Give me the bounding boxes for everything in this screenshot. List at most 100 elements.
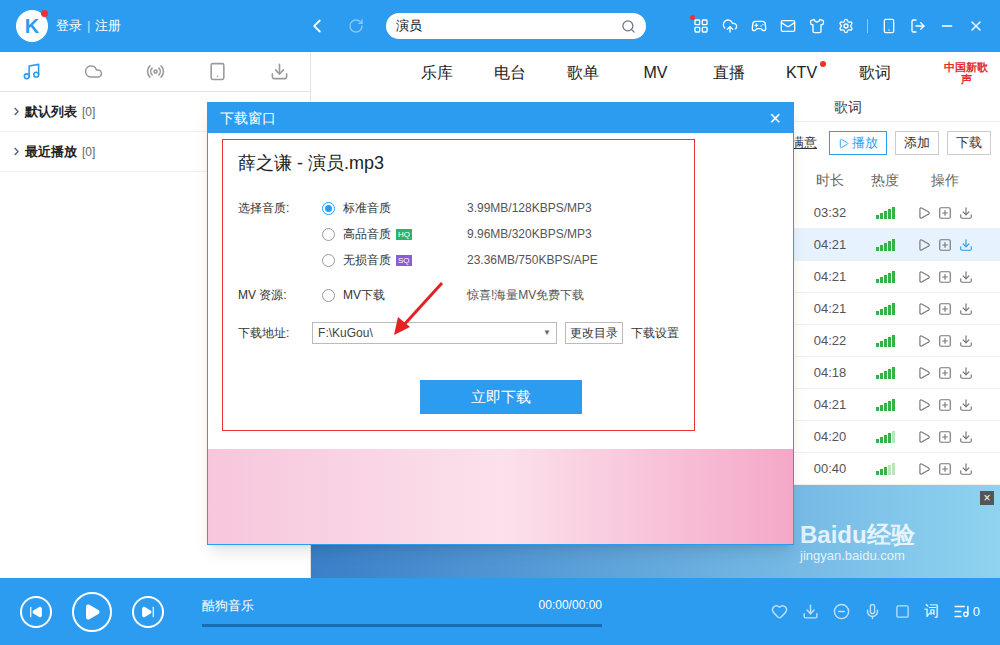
add-icon[interactable] xyxy=(938,238,952,252)
toolbar-button[interactable]: 播放 xyxy=(829,131,887,155)
download-icon[interactable] xyxy=(959,334,973,348)
mv-option[interactable]: MV下载 xyxy=(322,286,467,304)
change-dir-button[interactable]: 更改目录 xyxy=(565,322,623,344)
download-icon[interactable] xyxy=(959,270,973,284)
dialog-title-bar: 下载窗口× xyxy=(208,103,793,133)
login-link[interactable]: 登录 xyxy=(56,16,82,36)
add-icon[interactable] xyxy=(938,398,952,412)
download-icon[interactable] xyxy=(959,462,973,476)
toolbar-button[interactable]: 下载 xyxy=(947,131,991,155)
kugou-window: K登录|注册演员默认列表[0]最近播放[0]乐库电台歌单MV直播KTV歌词中国新… xyxy=(0,0,1000,645)
nav-bar: 乐库电台歌单MV直播KTV歌词 中国新歌声 xyxy=(311,52,1000,94)
heat-meter xyxy=(876,303,895,315)
download-dialog: 下载窗口× 薛之谦 - 演员.mp3选择音质:标准音质3.99MB/128KBPS… xyxy=(207,102,794,545)
nav-item[interactable]: 乐库 xyxy=(400,61,473,85)
playlist-icon[interactable] xyxy=(953,603,970,620)
refresh-icon[interactable] xyxy=(348,18,364,34)
sidebar-tab-icon[interactable] xyxy=(208,62,227,81)
close-icon[interactable] xyxy=(968,18,984,34)
apps-icon[interactable] xyxy=(693,18,709,34)
prev-icon xyxy=(29,605,43,619)
quality-option[interactable]: 高品音质HQ9.96MB/320KBPS/MP3 xyxy=(322,221,598,247)
playlist-count: 0 xyxy=(973,602,980,622)
add-icon[interactable] xyxy=(938,302,952,316)
play-icon[interactable] xyxy=(917,366,931,380)
heat-meter xyxy=(876,431,895,443)
cloud-icon[interactable] xyxy=(722,18,738,34)
nav-item[interactable]: 歌词 xyxy=(838,61,911,85)
play-icon[interactable] xyxy=(917,398,931,412)
lyric-button[interactable]: 词 xyxy=(924,600,939,623)
add-icon[interactable] xyxy=(938,334,952,348)
dialog-ad-banner[interactable] xyxy=(208,449,793,544)
add-icon[interactable] xyxy=(938,270,952,284)
add-icon[interactable] xyxy=(938,462,952,476)
play-button[interactable] xyxy=(72,592,112,632)
play-icon[interactable] xyxy=(917,334,931,348)
phone-icon[interactable] xyxy=(881,18,897,34)
download-now-button[interactable]: 立即下载 xyxy=(420,380,582,414)
gear-icon[interactable] xyxy=(838,18,854,34)
promo-badge[interactable]: 中国新歌声 xyxy=(942,61,990,85)
heat-meter xyxy=(876,207,895,219)
add-icon[interactable] xyxy=(938,430,952,444)
sidebar-tab-icon[interactable] xyxy=(84,62,103,81)
chevron-icon xyxy=(10,145,23,158)
play-icon[interactable] xyxy=(917,430,931,444)
prev-button[interactable] xyxy=(20,596,52,628)
heat-meter xyxy=(876,335,895,347)
logo[interactable]: K xyxy=(16,10,48,42)
heat-meter xyxy=(876,367,895,379)
nav-item[interactable]: KTV xyxy=(765,61,838,85)
sidebar-tab-icon[interactable] xyxy=(270,62,289,81)
download-icon[interactable] xyxy=(959,430,973,444)
heart-icon[interactable] xyxy=(771,603,788,620)
path-field[interactable]: F:\KuGou\▼ xyxy=(312,322,557,344)
download-icon[interactable] xyxy=(959,238,973,252)
download-icon[interactable] xyxy=(959,398,973,412)
download-icon[interactable] xyxy=(802,603,819,620)
download-icon[interactable] xyxy=(959,206,973,220)
play-icon[interactable] xyxy=(917,270,931,284)
annotation-arrow-icon xyxy=(388,279,448,339)
ad-close-button[interactable]: × xyxy=(980,491,994,505)
nav-item[interactable]: 歌单 xyxy=(546,61,619,85)
nav-item[interactable]: 直播 xyxy=(692,61,765,85)
toolbar-button[interactable]: 添加 xyxy=(895,131,939,155)
mv-icon[interactable] xyxy=(895,604,910,619)
search-icon[interactable] xyxy=(621,19,636,34)
download-icon[interactable] xyxy=(959,302,973,316)
sidebar-tab-icon[interactable] xyxy=(146,62,165,81)
nav-item[interactable]: MV xyxy=(619,61,692,85)
progress-bar[interactable] xyxy=(202,624,602,627)
next-icon xyxy=(141,605,155,619)
track-title: 酷狗音乐 xyxy=(202,596,254,616)
add-icon[interactable] xyxy=(938,206,952,220)
play-icon[interactable] xyxy=(917,462,931,476)
mail-icon[interactable] xyxy=(780,18,796,34)
dialog-close-button[interactable]: × xyxy=(769,108,781,128)
toolbar-link[interactable]: 满意 xyxy=(791,133,817,153)
dialog-body: 薛之谦 - 演员.mp3选择音质:标准音质3.99MB/128KBPS/MP3高… xyxy=(222,139,695,431)
mic-icon[interactable] xyxy=(864,603,881,620)
mini-mode-icon[interactable] xyxy=(910,18,926,34)
search-box[interactable]: 演员 xyxy=(386,13,646,39)
play-icon[interactable] xyxy=(917,238,931,252)
game-icon[interactable] xyxy=(751,18,767,34)
subtab[interactable]: 歌词 xyxy=(834,97,862,118)
quality-option[interactable]: 标准音质3.99MB/128KBPS/MP3 xyxy=(322,195,598,221)
register-link[interactable]: 注册 xyxy=(95,16,121,36)
back-icon[interactable] xyxy=(306,15,328,37)
minus-icon[interactable] xyxy=(833,603,850,620)
add-icon[interactable] xyxy=(938,366,952,380)
settings-link[interactable]: 下载设置 xyxy=(631,324,679,342)
skin-icon[interactable] xyxy=(809,18,825,34)
minimize-icon[interactable] xyxy=(939,18,955,34)
play-icon[interactable] xyxy=(917,302,931,316)
nav-item[interactable]: 电台 xyxy=(473,61,546,85)
sidebar-tab-icon[interactable] xyxy=(22,62,41,81)
quality-option[interactable]: 无损音质SQ23.36MB/750KBPS/APE xyxy=(322,247,598,273)
download-icon[interactable] xyxy=(959,366,973,380)
next-button[interactable] xyxy=(132,596,164,628)
play-icon[interactable] xyxy=(917,206,931,220)
